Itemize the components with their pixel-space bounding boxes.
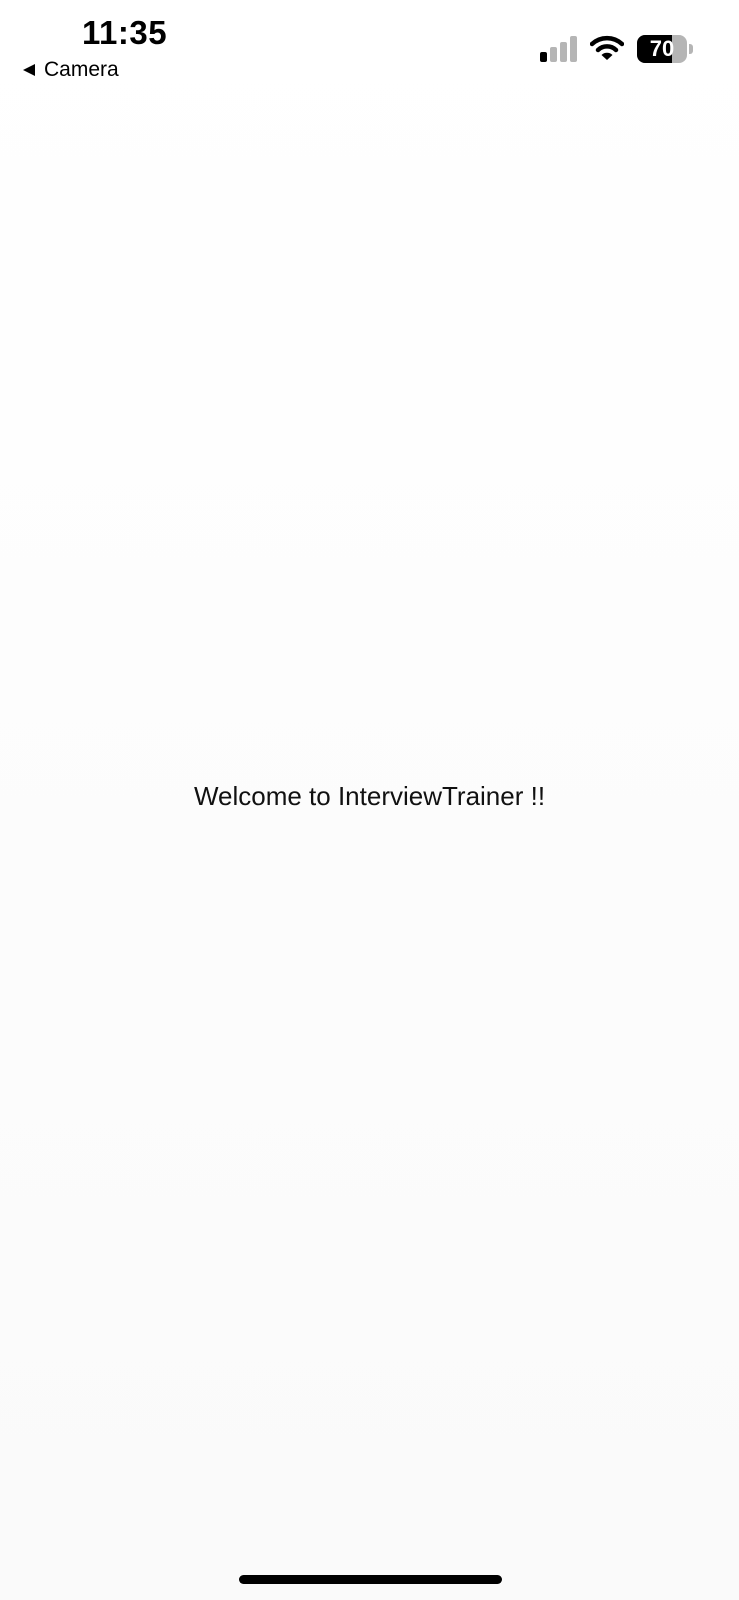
home-indicator[interactable] — [239, 1575, 502, 1584]
battery-percent: 70 — [649, 36, 675, 61]
status-bar: 11:35 Camera 70 — [0, 0, 739, 100]
signal-bar-3 — [560, 42, 567, 62]
signal-bar-2 — [550, 47, 557, 62]
back-to-camera-button[interactable]: Camera — [22, 56, 119, 84]
back-label: Camera — [44, 58, 119, 81]
back-arrow-icon — [23, 64, 35, 76]
battery-tip — [689, 44, 693, 54]
wifi-icon — [590, 35, 624, 60]
welcome-message: Welcome to InterviewTrainer !! — [193, 781, 546, 811]
signal-bar-1 — [540, 52, 547, 62]
battery-icon: 70 — [637, 35, 693, 63]
cellular-signal-icon — [540, 36, 577, 62]
signal-bar-4 — [570, 36, 577, 62]
clock: 11:35 — [82, 14, 168, 51]
